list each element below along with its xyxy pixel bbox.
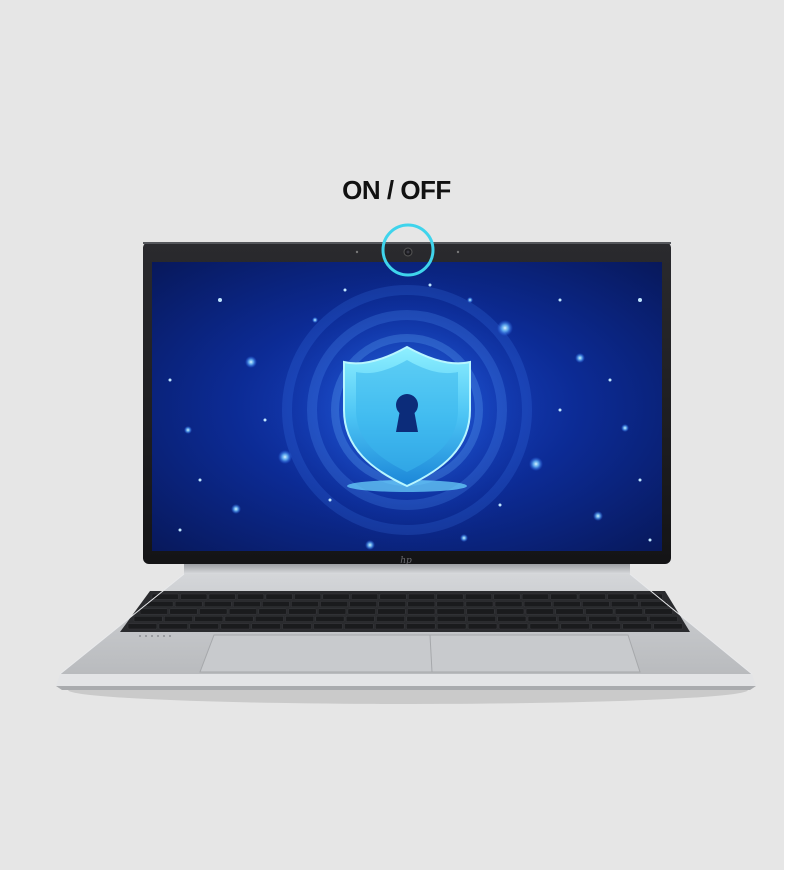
keyboard-key [291,601,319,608]
keyboard-key [406,623,436,630]
keyboard-key [180,593,208,600]
keyboard-key [294,593,322,600]
laptop-hinge [184,564,630,574]
keyboard-key [607,593,635,600]
keyboard-key [406,615,436,622]
keyboard-key [220,623,250,630]
keyboard-key [578,593,606,600]
keyboard-key [465,601,494,608]
keyboard-key [317,608,347,615]
keyboard-key [614,608,644,615]
keyboard-key [635,593,663,600]
keyboard-key [224,615,254,622]
keyboard-key [582,601,610,608]
keyboard-key [233,601,261,608]
keyboard-key [203,601,232,608]
keyboard-key [189,623,219,630]
keyboard-key [254,615,284,622]
keyboard-key [529,623,560,630]
keyboard-key [169,608,198,615]
keyboard-key [315,615,345,622]
keyboard-key [199,608,228,615]
keyboard-key [285,615,315,622]
keyboard-key [265,593,293,600]
keyboard-key [262,601,290,608]
keyboard-key [585,608,614,615]
keyboard-key [127,623,158,630]
keyboard-key [237,593,265,600]
keyboard-key [467,623,498,630]
keyboard-key [158,623,189,630]
keyboard-key [497,615,527,622]
keyboard-key [527,615,557,622]
keyboard-key [494,601,523,608]
keyboard-key [282,623,312,630]
keyboard-key [466,608,495,615]
keyboard-key [555,608,584,615]
keyboard-key [550,593,578,600]
keyboard-key [467,615,496,622]
keyboard-key [139,608,168,615]
laptop-product-image: hp [0,0,793,870]
keyboard-key [251,623,281,630]
keyboard-key [436,608,465,615]
keyboard-key [322,593,350,600]
keyboard-key [347,608,376,615]
keyboard-key [377,608,406,615]
keyboard-key [591,623,621,630]
keyboard-key [493,593,521,600]
keyboard-key [644,608,673,615]
keyboard-key [436,623,467,630]
keyboard-key [436,601,465,608]
keyboard-key [640,601,668,608]
keyboard-key [464,593,492,600]
keyboard-key [258,608,287,615]
keyboard-key [496,608,525,615]
keyboard-key [133,615,163,622]
keyboard-key [558,615,587,622]
keyboard-key [436,615,466,622]
keyboard-key [378,601,407,608]
keyboard-key [345,615,375,622]
keyboard-key [525,608,554,615]
keyboard-key [145,601,174,608]
keyboard-key [436,593,464,600]
touchpad [199,634,641,673]
keyboard-key [622,623,652,630]
keyboard-key [648,615,678,622]
keyboard-key [376,615,405,622]
keyboard-key [320,601,348,608]
keyboard-key [228,608,258,615]
keyboard-key [344,623,374,630]
keyboard-key [498,623,529,630]
keyboard-key [523,601,552,608]
keyboard-key [407,608,436,615]
keyboard-key [174,601,203,608]
keyboard-key [552,601,581,608]
keyboard-key [588,615,618,622]
keyboard-key [407,601,436,608]
keyboard-key [349,601,377,608]
keyboard-key [653,623,683,630]
keyboard-key [351,593,379,600]
keyboard-key [288,608,317,615]
keyboard-key [194,615,224,622]
keyboard-key [521,593,549,600]
keyboard-key [313,623,343,630]
keyboard-key [379,593,407,600]
keyboard-key [611,601,639,608]
keyboard-key [560,623,590,630]
keyboard-key [164,615,193,622]
keyboard-key [618,615,648,622]
keyboard-key [208,593,236,600]
keyboard-key [408,593,436,600]
keyboard-key [375,623,405,630]
